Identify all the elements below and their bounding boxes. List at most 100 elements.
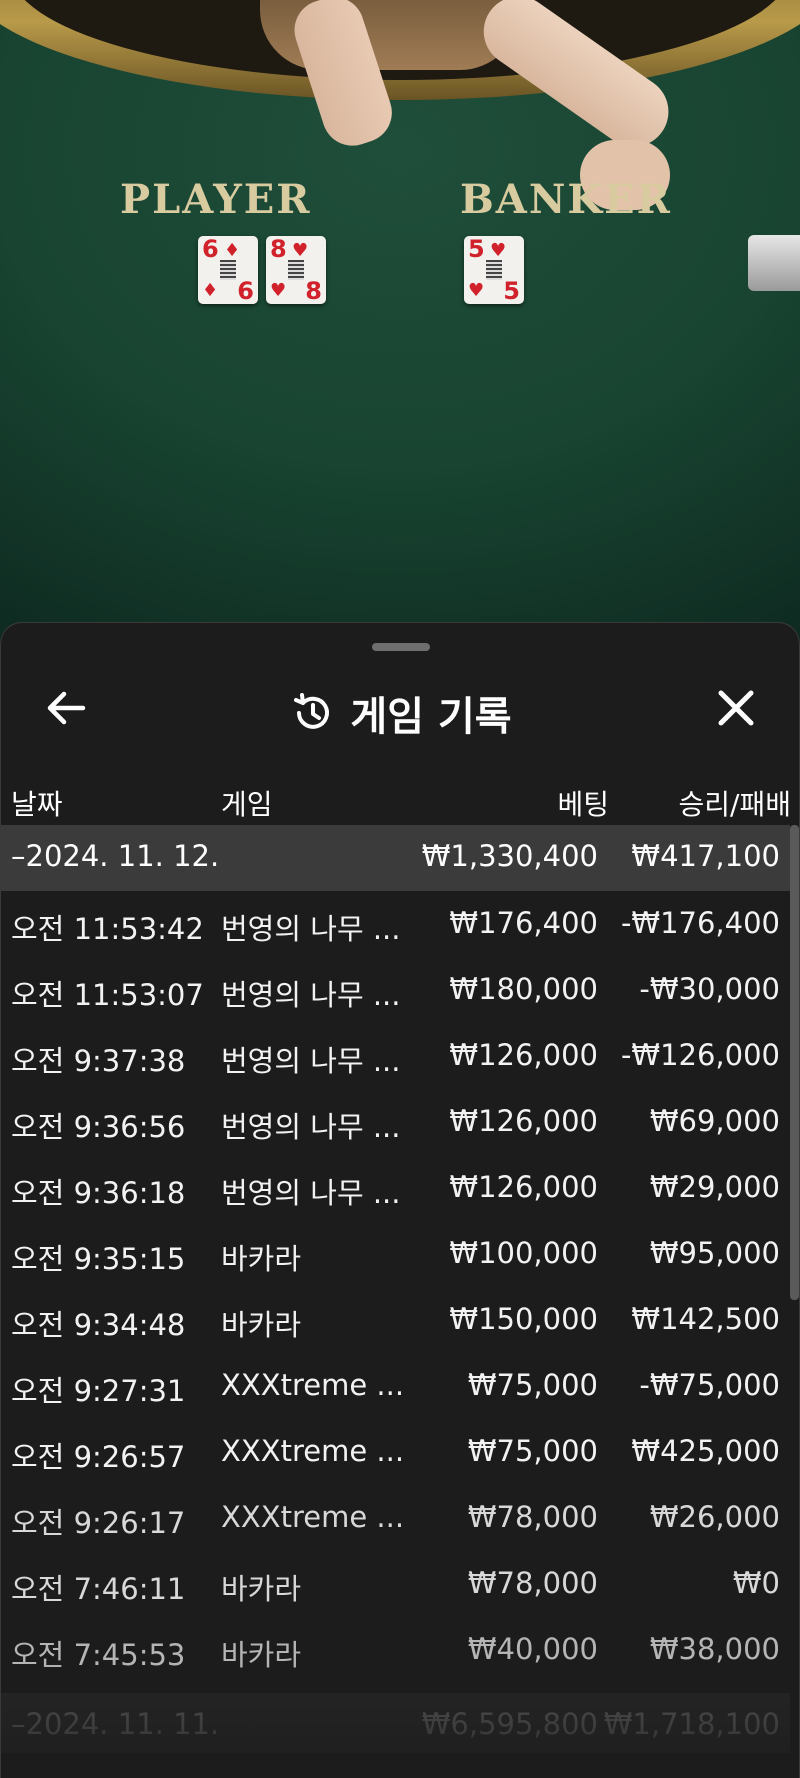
back-button[interactable]	[41, 683, 91, 733]
group-date: –2024. 11. 11.	[11, 1707, 220, 1741]
table-row[interactable]: 오전 9:36:18 번영의 나무 ... ₩126,000 ₩29,000	[1, 1155, 790, 1221]
card-rank: 5	[468, 235, 485, 263]
row-time: 오전 7:45:53	[11, 1638, 186, 1672]
banker-label: BANKER	[460, 176, 672, 223]
row-result: ₩69,000	[649, 1104, 780, 1138]
row-time: 오전 9:36:56	[11, 1110, 186, 1144]
sheet-header: 게임 기록	[1, 663, 799, 763]
group-date: –2024. 11. 12.	[11, 839, 220, 873]
row-bet: ₩150,000	[449, 1302, 598, 1336]
table-row[interactable]: 오전 7:45:53 바카라 ₩40,000 ₩38,000	[1, 1617, 790, 1683]
history-icon	[294, 693, 330, 729]
game-history-sheet: 게임 기록 날짜 게임 베팅 승리/패배 –2024. 11. 12. ₩1,3…	[0, 622, 800, 1778]
group-result-total: ₩417,100	[631, 839, 780, 873]
row-game: 바카라	[221, 1638, 302, 1672]
diamond-suit-icon: ♦	[202, 280, 219, 301]
row-game: 바카라	[221, 1242, 302, 1276]
row-time: 오전 9:35:15	[11, 1242, 186, 1276]
card-rank: 6	[202, 235, 219, 263]
table-row[interactable]: 오전 9:34:48 바카라 ₩150,000 ₩142,500	[1, 1287, 790, 1353]
row-result: -₩75,000	[639, 1368, 780, 1402]
card-center-pattern	[220, 260, 236, 280]
row-game: 번영의 나무 ...	[221, 1176, 401, 1210]
row-bet: ₩126,000	[449, 1038, 598, 1072]
card-rank: 6	[237, 277, 254, 305]
table-row[interactable]: 오전 11:53:42 번영의 나무 ... ₩176,400 -₩176,40…	[1, 891, 790, 957]
history-table-body: –2024. 11. 12. ₩1,330,400 ₩417,100 오전 11…	[1, 825, 799, 1753]
row-bet: ₩78,000	[467, 1566, 598, 1600]
row-bet: ₩75,000	[467, 1434, 598, 1468]
card-center-pattern	[486, 260, 502, 280]
row-game: 번영의 나무 ...	[221, 1110, 401, 1144]
row-result: ₩26,000	[649, 1500, 780, 1534]
diamond-suit-icon: ♦	[224, 240, 241, 261]
row-bet: ₩100,000	[449, 1236, 598, 1270]
card-rank: 5	[503, 277, 520, 305]
row-result: ₩0	[732, 1566, 780, 1600]
row-result: -₩176,400	[620, 906, 780, 940]
row-bet: ₩78,000	[467, 1500, 598, 1534]
table-row[interactable]: 오전 7:46:11 바카라 ₩78,000 ₩0	[1, 1551, 790, 1617]
column-header-result: 승리/패배	[678, 788, 791, 821]
column-header-bet: 베팅	[557, 788, 609, 821]
sheet-title-group: 게임 기록	[1, 663, 799, 763]
row-time: 오전 11:53:42	[11, 912, 204, 946]
row-result: ₩95,000	[649, 1236, 780, 1270]
row-game: 바카라	[221, 1572, 302, 1606]
row-bet: ₩75,000	[467, 1368, 598, 1402]
column-header-game: 게임	[221, 788, 273, 821]
date-group-row[interactable]: –2024. 11. 12. ₩1,330,400 ₩417,100	[1, 825, 790, 891]
group-bet-total: ₩6,595,800	[421, 1707, 598, 1741]
table-row[interactable]: 오전 9:26:57 XXXtreme ... ₩75,000 ₩425,000	[1, 1419, 790, 1485]
close-button[interactable]	[711, 683, 761, 733]
row-result: -₩126,000	[620, 1038, 780, 1072]
heart-suit-icon: ♥	[468, 280, 485, 301]
table-row[interactable]: 오전 9:27:31 XXXtreme ... ₩75,000 -₩75,000	[1, 1353, 790, 1419]
card-shoe	[748, 235, 800, 291]
row-time: 오전 9:37:38	[11, 1044, 186, 1078]
history-table-header: 날짜 게임 베팅 승리/패배	[1, 763, 799, 833]
close-icon	[718, 690, 754, 726]
row-bet: ₩126,000	[449, 1104, 598, 1138]
row-time: 오전 11:53:07	[11, 978, 204, 1012]
row-result: ₩142,500	[631, 1302, 780, 1336]
table-row[interactable]: 오전 9:26:17 XXXtreme ... ₩78,000 ₩26,000	[1, 1485, 790, 1551]
row-bet: ₩176,400	[449, 906, 598, 940]
row-time: 오전 9:34:48	[11, 1308, 186, 1342]
row-result: ₩38,000	[649, 1632, 780, 1666]
row-bet: ₩180,000	[449, 972, 598, 1006]
table-row[interactable]: 오전 9:36:56 번영의 나무 ... ₩126,000 ₩69,000	[1, 1089, 790, 1155]
banker-card-1: 5 ♥ ♥ 5	[464, 236, 524, 304]
group-bet-total: ₩1,330,400	[421, 839, 598, 873]
column-header-date: 날짜	[11, 788, 63, 821]
heart-suit-icon: ♥	[270, 280, 287, 301]
row-result: ₩29,000	[649, 1170, 780, 1204]
row-time: 오전 9:36:18	[11, 1176, 186, 1210]
sheet-drag-handle[interactable]	[372, 643, 430, 651]
table-row[interactable]: 오전 9:37:38 번영의 나무 ... ₩126,000 -₩126,000	[1, 1023, 790, 1089]
row-game: XXXtreme ...	[221, 1434, 405, 1468]
card-rank: 8	[305, 277, 322, 305]
card-rank: 8	[270, 235, 287, 263]
row-result: -₩30,000	[639, 972, 780, 1006]
heart-suit-icon: ♥	[292, 240, 309, 261]
row-game: 바카라	[221, 1308, 302, 1342]
card-center-pattern	[288, 260, 304, 280]
row-bet: ₩40,000	[467, 1632, 598, 1666]
live-table-video: PLAYER BANKER 6 ♦ ♦ 6 8 ♥ ♥ 8 5 ♥ ♥ 5	[0, 0, 800, 640]
row-time: 오전 7:46:11	[11, 1572, 186, 1606]
sheet-title: 게임 기록	[350, 694, 512, 740]
row-time: 오전 9:26:57	[11, 1440, 186, 1474]
row-game: 번영의 나무 ...	[221, 978, 401, 1012]
date-group-row[interactable]: –2024. 11. 11. ₩6,595,800 ₩1,718,100	[1, 1693, 790, 1753]
heart-suit-icon: ♥	[490, 240, 507, 261]
table-row[interactable]: 오전 9:35:15 바카라 ₩100,000 ₩95,000	[1, 1221, 790, 1287]
row-time: 오전 9:26:17	[11, 1506, 186, 1540]
group-result-total: ₩1,718,100	[603, 1707, 780, 1741]
player-card-2: 8 ♥ ♥ 8	[266, 236, 326, 304]
history-scrollbar[interactable]	[790, 825, 799, 1300]
row-bet: ₩126,000	[449, 1170, 598, 1204]
row-time: 오전 9:27:31	[11, 1374, 186, 1408]
table-row[interactable]: 오전 11:53:07 번영의 나무 ... ₩180,000 -₩30,000	[1, 957, 790, 1023]
row-game: XXXtreme ...	[221, 1500, 405, 1534]
